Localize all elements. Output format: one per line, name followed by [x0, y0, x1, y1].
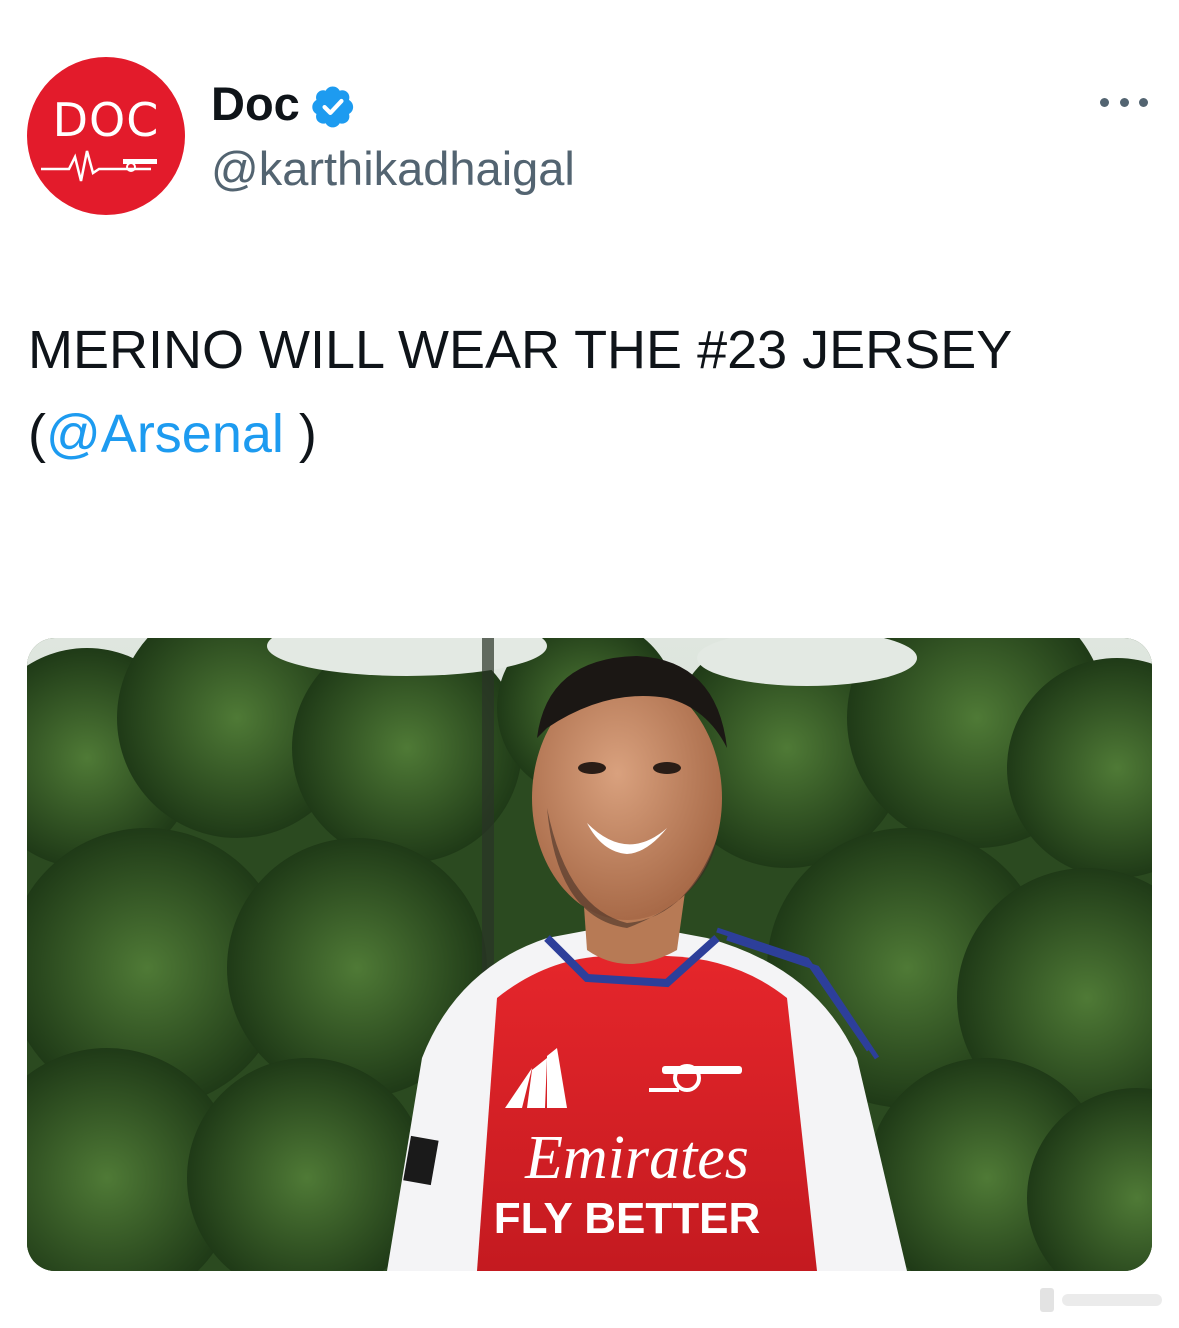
more-options-button[interactable]: [1100, 90, 1148, 114]
shirt-sponsor-text: Emirates: [524, 1124, 749, 1192]
author-handle[interactable]: @karthikadhaigal: [211, 141, 575, 196]
tweet-text-main: MERINO WILL WEAR THE #23 JERSEY: [28, 320, 1013, 380]
avatar-logo-text: DOC: [52, 93, 160, 147]
mention-link[interactable]: @Arsenal: [46, 404, 284, 464]
author-display-name[interactable]: Doc: [211, 76, 356, 131]
watermark-logo-icon: [1040, 1288, 1162, 1312]
verified-badge-icon: [312, 86, 353, 127]
tweet-media-photo[interactable]: Emirates FLY BETTER: [27, 638, 1152, 1271]
tweet-text-close-paren: ): [283, 404, 317, 464]
avatar[interactable]: DOC: [27, 57, 185, 215]
shirt-slogan-text: FLY BETTER: [494, 1194, 761, 1243]
display-name-text: Doc: [211, 77, 300, 130]
tweet-text: MERINO WILL WEAR THE #23 JERSEY (@Arsena…: [28, 308, 1148, 476]
more-horizontal-icon: [1139, 97, 1148, 107]
more-horizontal-icon: [1100, 97, 1109, 107]
heartbeat-cannon-icon: [41, 150, 157, 182]
tweet-text-open-paren: (: [28, 404, 46, 464]
more-horizontal-icon: [1119, 97, 1129, 107]
photo-illustration: Emirates FLY BETTER: [27, 638, 1152, 1271]
watermark: [1040, 1284, 1170, 1316]
